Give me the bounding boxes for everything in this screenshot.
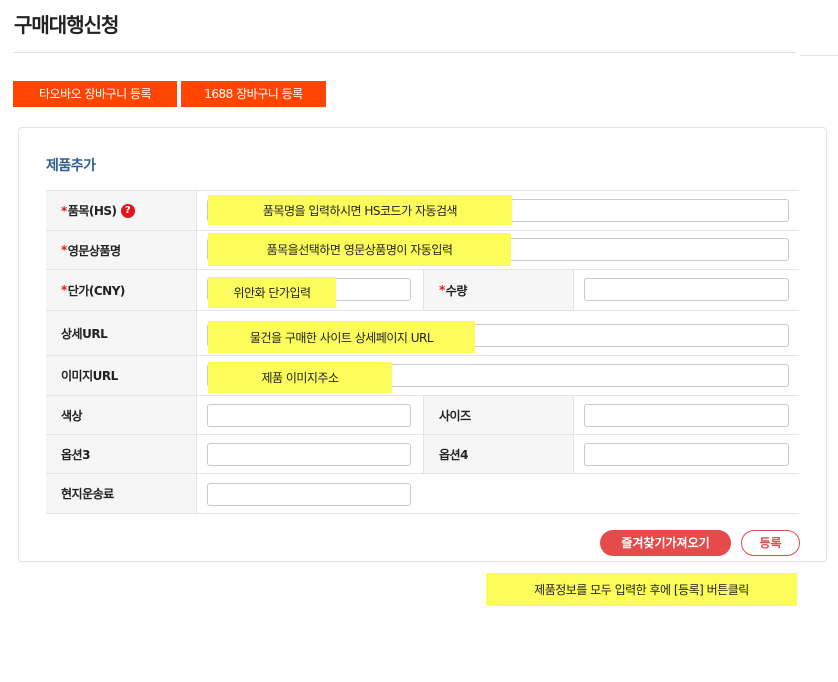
label-quantity-text: 수량 [445,283,468,298]
option3-input[interactable] [207,443,411,466]
1688-cart-register-button[interactable]: 1688 장바구니 등록 [181,81,326,107]
note-register: 제품정보를 모두 입력한 후에 [등록] 버튼클릭 [486,573,797,606]
label-english-name-text: 영문상품명 [67,243,121,258]
row-options: 옵션3 옵션4 [46,434,799,473]
title-divider [14,52,796,53]
label-item-name: * 품목(HS) ? [46,191,197,230]
load-favorites-button[interactable]: 즐겨찾기가져오기 [600,530,731,556]
required-mark: * [61,243,67,257]
question-circle-icon[interactable]: ? [120,203,135,218]
size-input[interactable] [584,404,789,427]
register-button[interactable]: 등록 [741,530,800,556]
row-local-shipping: 현지운송료 [46,473,799,514]
label-option3: 옵션3 [46,435,197,473]
required-mark: * [439,283,445,297]
local-shipping-input[interactable] [207,483,411,506]
note-unit-price: 위안화 단가입력 [208,277,336,308]
note-detail-url: 물건을 구매한 사이트 상세페이지 URL [208,321,475,353]
label-option4: 옵션4 [423,435,574,473]
section-title: 제품추가 [46,158,96,174]
title-divider-right [800,55,838,56]
label-item-name-text: 품목(HS) [67,204,117,218]
label-detail-url: 상세URL [46,311,197,355]
row-image-url: 이미지URL [46,355,799,395]
note-english-name: 품목을선택하면 영문상품명이 자동입력 [208,233,511,266]
label-english-name: * 영문상품명 [46,231,197,269]
taobao-cart-register-button[interactable]: 타오바오 장바구니 등록 [13,81,177,107]
label-image-url: 이미지URL [46,356,197,395]
required-mark: * [61,203,67,218]
option4-input[interactable] [584,443,789,466]
required-mark: * [61,283,67,297]
label-local-shipping: 현지운송료 [46,474,197,513]
label-color: 색상 [46,396,197,434]
label-quantity: * 수량 [423,270,574,310]
note-item-name: 품목명을 입력하시면 HS코드가 자동검색 [208,195,512,225]
row-color-size: 색상 사이즈 [46,395,799,434]
label-unit-price: * 단가(CNY) [46,270,197,310]
page-title: 구매대행신청 [14,13,119,37]
label-unit-price-text: 단가(CNY) [67,283,126,298]
quantity-input[interactable] [584,278,789,301]
color-input[interactable] [207,404,411,427]
row-price-quantity: * 단가(CNY) * 수량 [46,269,799,310]
label-size: 사이즈 [423,396,574,434]
note-image-url: 제품 이미지주소 [208,362,392,393]
